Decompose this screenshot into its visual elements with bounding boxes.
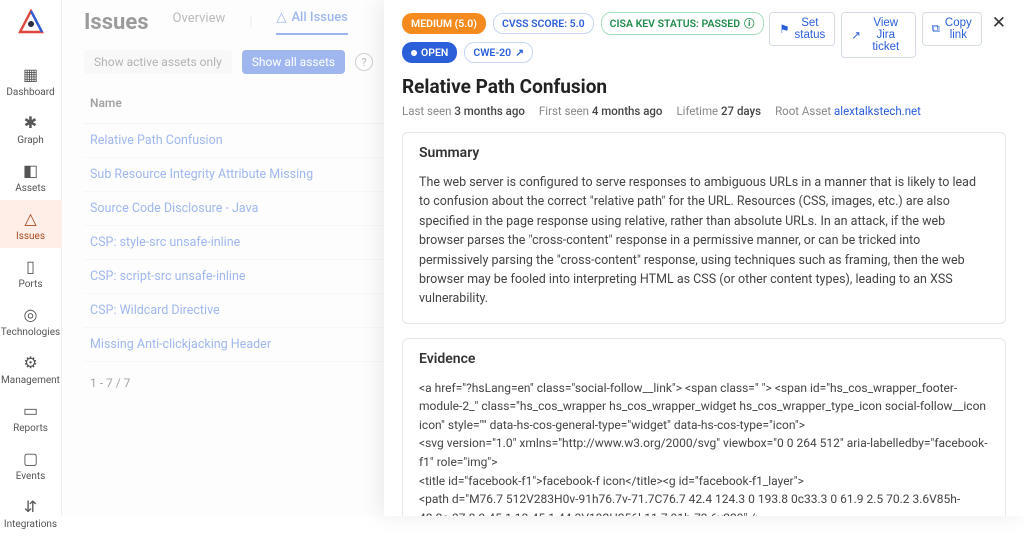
meta-label: First seen bbox=[539, 104, 589, 118]
evidence-card: Evidence <a href="?hsLang=en" class="soc… bbox=[402, 338, 1006, 516]
nav-label: Reports bbox=[13, 423, 48, 434]
evidence-body: <a href="?hsLang=en" class="social-follo… bbox=[403, 379, 1005, 516]
dashboard-icon: ▦ bbox=[21, 64, 41, 84]
dot-icon bbox=[411, 50, 417, 56]
nav-label: Ports bbox=[18, 279, 42, 290]
tech-icon: ◎ bbox=[21, 304, 41, 324]
issue-link[interactable]: CSP: script-src unsafe-inline bbox=[90, 269, 246, 284]
meta-label: Lifetime bbox=[676, 104, 718, 118]
drawer-actions: ⚑ Set status ↗ View Jira ticket ⧉ Copy link… bbox=[769, 12, 1006, 58]
evidence-line: <svg version="1.0" xmlns="http://www.w3.… bbox=[419, 434, 989, 471]
tag-severity: MEDIUM (5.0) bbox=[402, 13, 486, 34]
nav-sidebar: ▦ Dashboard ✱ Graph ◧ Assets △ Issues ▯ Ports… bbox=[0, 0, 62, 516]
app-logo[interactable] bbox=[14, 8, 48, 38]
nav-assets[interactable]: ◧ Assets bbox=[0, 152, 62, 200]
btn-label: View Jira ticket bbox=[866, 17, 906, 53]
col-label: Name bbox=[90, 96, 122, 110]
help-icon[interactable]: ⓘ bbox=[744, 16, 755, 31]
filter-show-all[interactable]: Show all assets bbox=[242, 50, 345, 74]
summary-heading: Summary bbox=[403, 133, 1005, 173]
issue-link[interactable]: Source Code Disclosure - Java bbox=[90, 201, 258, 216]
evidence-heading: Evidence bbox=[403, 339, 1005, 379]
events-icon: ▢ bbox=[21, 448, 41, 468]
tag-cvss: CVSS SCORE: 5.0 bbox=[493, 13, 594, 34]
summary-card: Summary The web server is configured to … bbox=[402, 132, 1006, 324]
meta-label: Root Asset bbox=[775, 104, 831, 118]
meta-value: 4 months ago bbox=[592, 104, 663, 118]
view-jira-button[interactable]: ↗ View Jira ticket bbox=[841, 12, 915, 58]
nav-graph[interactable]: ✱ Graph bbox=[0, 104, 62, 152]
tag-cwe[interactable]: CWE-20 ↗ bbox=[464, 42, 533, 63]
reports-icon: ▭ bbox=[21, 400, 41, 420]
evidence-line: <path d="M76.7 512V283H0v-91h76.7v-71.7C… bbox=[419, 490, 989, 516]
integrations-icon: ⇵ bbox=[21, 496, 41, 516]
tag-label: OPEN bbox=[421, 46, 448, 59]
tab-label: All Issues bbox=[291, 10, 347, 25]
graph-icon: ✱ bbox=[21, 112, 41, 132]
external-link-icon: ↗ bbox=[851, 28, 861, 42]
summary-body: The web server is configured to serve re… bbox=[403, 173, 1005, 323]
nav-issues[interactable]: △ Issues bbox=[0, 200, 62, 248]
nav-technologies[interactable]: ◎ Technologies bbox=[0, 296, 62, 344]
filter-active-assets[interactable]: Show active assets only bbox=[84, 50, 232, 74]
evidence-line: <title id="facebook-f1">facebook-f icon<… bbox=[419, 472, 989, 491]
tag-row: MEDIUM (5.0) CVSS SCORE: 5.0 CISA KEV ST… bbox=[402, 12, 769, 63]
nav-events[interactable]: ▢ Events bbox=[0, 440, 62, 488]
copy-link-button[interactable]: ⧉ Copy link bbox=[922, 12, 982, 46]
issue-link[interactable]: Sub Resource Integrity Attribute Missing bbox=[90, 167, 313, 182]
issue-link[interactable]: CSP: style-src unsafe-inline bbox=[90, 235, 240, 250]
root-asset-link[interactable]: alextalkstech.net bbox=[834, 104, 921, 118]
tab-all-issues[interactable]: △ All Issues bbox=[276, 10, 347, 35]
tag-label: CISA KEV STATUS: PASSED bbox=[610, 17, 740, 30]
external-link-icon: ↗ bbox=[515, 46, 524, 59]
tab-overview[interactable]: Overview bbox=[173, 11, 226, 34]
evidence-line: <a href="?hsLang=en" class="social-follo… bbox=[419, 379, 989, 435]
issue-meta: Last seen 3 months ago First seen 4 mont… bbox=[402, 104, 1006, 118]
nav-management[interactable]: ⚙ Management bbox=[0, 344, 62, 392]
nav-label: Management bbox=[1, 375, 60, 386]
nav-label: Dashboard bbox=[6, 87, 54, 98]
close-icon[interactable]: ✕ bbox=[992, 12, 1006, 34]
nav-dashboard[interactable]: ▦ Dashboard bbox=[0, 56, 62, 104]
nav-reports[interactable]: ▭ Reports bbox=[0, 392, 62, 440]
copy-icon: ⧉ bbox=[932, 23, 940, 36]
assets-icon: ◧ bbox=[21, 160, 41, 180]
btn-label: Copy link bbox=[945, 17, 972, 41]
warning-icon: △ bbox=[276, 10, 286, 25]
issue-link[interactable]: Relative Path Confusion bbox=[90, 133, 223, 148]
nav-label: Graph bbox=[17, 135, 44, 146]
issue-link[interactable]: CSP: Wildcard Directive bbox=[90, 303, 220, 318]
tag-cisa: CISA KEV STATUS: PASSED ⓘ bbox=[601, 12, 764, 35]
help-icon[interactable]: ? bbox=[355, 53, 373, 71]
gear-icon: ⚙ bbox=[21, 352, 41, 372]
flag-icon: ⚑ bbox=[779, 22, 789, 36]
tag-label: CWE-20 bbox=[473, 46, 511, 59]
tag-status: OPEN bbox=[402, 42, 457, 63]
nav-label: Assets bbox=[15, 183, 46, 194]
nav-ports[interactable]: ▯ Ports bbox=[0, 248, 62, 296]
page-title: Issues bbox=[84, 10, 149, 35]
nav-label: Integrations bbox=[4, 519, 57, 530]
issues-icon: △ bbox=[21, 208, 41, 228]
issue-link[interactable]: Missing Anti-clickjacking Header bbox=[90, 337, 271, 352]
issue-drawer: MEDIUM (5.0) CVSS SCORE: 5.0 CISA KEV ST… bbox=[384, 0, 1024, 516]
nav-integrations[interactable]: ⇵ Integrations bbox=[0, 488, 62, 536]
nav-label: Issues bbox=[16, 231, 45, 242]
nav-label: Events bbox=[16, 471, 46, 482]
meta-label: Last seen bbox=[402, 104, 451, 118]
set-status-button[interactable]: ⚑ Set status bbox=[769, 12, 835, 46]
nav-label: Technologies bbox=[1, 327, 60, 338]
issue-title: Relative Path Confusion bbox=[402, 75, 1006, 98]
btn-label: Set status bbox=[795, 17, 826, 41]
meta-value: 27 days bbox=[721, 104, 761, 118]
divider: | bbox=[249, 15, 252, 30]
meta-value: 3 months ago bbox=[454, 104, 525, 118]
ports-icon: ▯ bbox=[21, 256, 41, 276]
